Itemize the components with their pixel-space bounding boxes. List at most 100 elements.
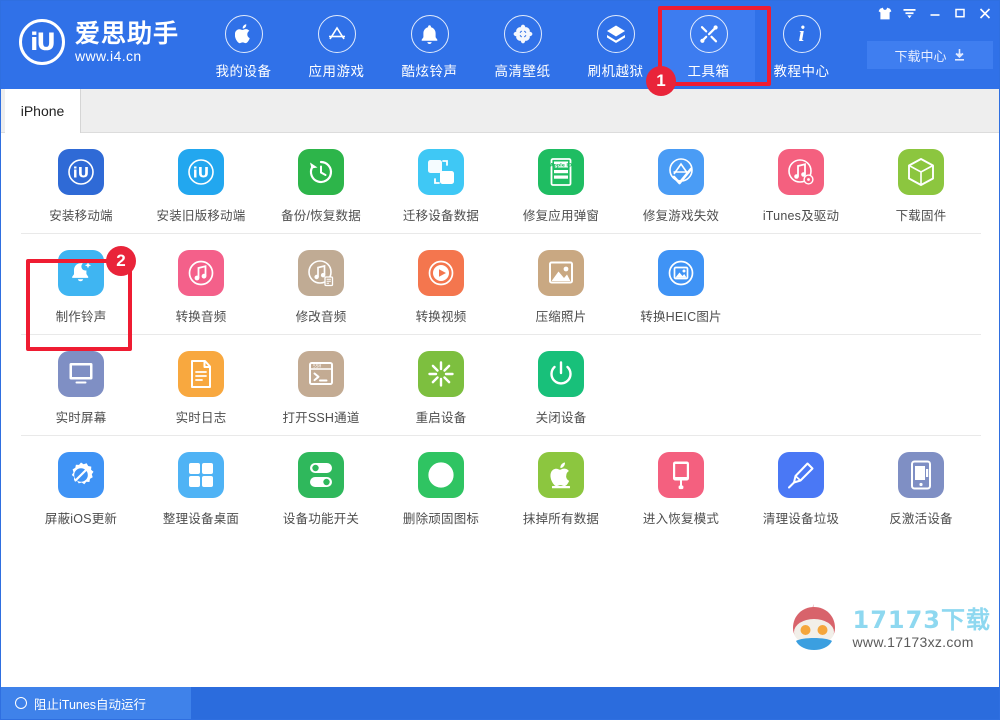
tool-deactivate-device[interactable]: 反激活设备 [861,436,981,536]
tool-feature-toggle[interactable]: 设备功能开关 [261,436,381,536]
tool-label: 修复游戏失效 [642,209,720,223]
tool-label: 转换HEIC图片 [640,310,722,324]
nav-item-wallpapers[interactable]: 高清壁纸 [476,7,569,85]
status-bar: 阻止iTunes自动运行 [1,687,999,719]
nav-item-toolbox[interactable]: 工具箱 [662,7,755,85]
tool-erase-all-data[interactable]: 抹掉所有数据 [501,436,621,536]
nav-item-tutorials[interactable]: i 教程中心 [755,7,848,85]
site-watermark: 17173下载 www.17173xz.com [783,601,992,657]
clean-junk-icon [778,452,824,498]
tool-fix-app-popup[interactable]: Apple ID 修复应用弹窗 [501,133,621,233]
tool-label: 删除顽固图标 [402,512,480,526]
svg-text:iU: iU [193,166,209,182]
feature-toggle-icon [298,452,344,498]
svg-text:SSH: SSH [313,364,322,370]
tool-install-mobile[interactable]: iU 安装移动端 [21,133,141,233]
i4-logo-icon: iU [19,19,65,65]
maximize-icon[interactable] [947,3,972,23]
tool-migrate-data[interactable]: 迁移设备数据 [381,133,501,233]
tool-download-firmware[interactable]: 下载固件 [861,133,981,233]
nav-item-apps-games[interactable]: 应用游戏 [290,7,383,85]
tool-shutdown-device[interactable]: 关闭设备 [501,335,621,435]
tool-label: 转换音频 [175,310,227,324]
tool-label: 修复应用弹窗 [522,209,600,223]
tool-clean-junk[interactable]: 清理设备垃圾 [741,436,861,536]
realtime-log-icon [178,351,224,397]
radio-icon [15,697,27,709]
tool-convert-audio[interactable]: 转换音频 [141,234,261,334]
tool-organize-desktop[interactable]: 整理设备桌面 [141,436,261,536]
tool-make-ringtone[interactable]: 制作铃声 [21,234,141,334]
minimize-icon[interactable] [922,3,947,23]
menu-icon[interactable] [897,3,922,23]
block-itunes-toggle[interactable]: 阻止iTunes自动运行 [1,687,191,719]
remove-stubborn-icon [418,452,464,498]
tool-edit-audio[interactable]: 修改音频 [261,234,381,334]
bell-icon [410,15,449,53]
tool-label: 备份/恢复数据 [281,209,361,223]
tool-block-ios-update[interactable]: 屏蔽iOS更新 [21,436,141,536]
i4-install-old-icon: iU [178,149,224,195]
close-icon[interactable] [972,3,997,23]
toolbox-content: iU 安装移动端 iU 安装旧版移动端 备份/恢复数据 迁移设备数据 Apple… [1,133,999,689]
tool-realtime-screen[interactable]: 实时屏幕 [21,335,141,435]
tool-label: 迁移设备数据 [402,209,480,223]
brand-url: www.i4.cn [75,47,142,64]
recovery-mode-icon [658,452,704,498]
game-fix-icon [658,149,704,195]
watermark-title: 17173下载 [852,606,991,634]
convert-audio-icon [178,250,224,296]
edit-audio-icon [298,250,344,296]
tool-label: 屏蔽iOS更新 [44,512,118,526]
convert-heic-icon [658,250,704,296]
nav-item-ringtones[interactable]: 酷炫铃声 [383,7,476,85]
tool-label: 实时屏幕 [55,411,107,425]
tool-label: 设备功能开关 [282,512,360,526]
tool-backup-restore[interactable]: 备份/恢复数据 [261,133,381,233]
apple-icon [224,15,263,53]
device-tabstrip: iPhone [1,89,999,133]
window-controls [872,3,997,23]
tool-label: 安装旧版移动端 [156,209,246,223]
tab-iphone[interactable]: iPhone [5,89,81,133]
tool-realtime-log[interactable]: 实时日志 [141,335,261,435]
download-center-button[interactable]: 下载中心 [867,41,993,69]
tool-compress-photo[interactable]: 压缩照片 [501,234,621,334]
brand-logo[interactable]: iU 爱思助手 www.i4.cn [19,19,179,65]
appleid-popup-fix-icon: Apple ID [538,149,584,195]
itunes-driver-icon [778,149,824,195]
tool-label: 转换视频 [415,310,467,324]
flash-jailbreak-icon [596,15,635,53]
nav-label: 高清壁纸 [494,64,551,79]
skin-icon[interactable] [872,3,897,23]
tool-open-ssh[interactable]: SSH 打开SSH通道 [261,335,381,435]
brand-text: 爱思助手 www.i4.cn [75,18,180,65]
tool-label: 打开SSH通道 [282,411,360,425]
nav-label: 我的设备 [215,64,272,79]
tool-convert-heic[interactable]: 转换HEIC图片 [621,234,741,334]
tool-fix-game[interactable]: 修复游戏失效 [621,133,741,233]
tool-label: 反激活设备 [889,512,953,526]
tool-reboot-device[interactable]: 重启设备 [381,335,501,435]
watermark-mascot-icon [792,604,835,650]
firmware-download-icon [898,149,944,195]
tool-row-3: 实时屏幕 实时日志 SSH 打开SSH通道 重启设备 关闭设备 [1,335,999,435]
download-icon [954,49,964,61]
deactivate-device-icon [898,452,944,498]
nav-item-my-device[interactable]: 我的设备 [197,7,290,85]
compress-photo-icon [538,250,584,296]
tool-recovery-mode[interactable]: 进入恢复模式 [621,436,741,536]
tool-itunes-driver[interactable]: iTunes及驱动 [741,133,861,233]
tool-label: 抹掉所有数据 [522,512,600,526]
tool-install-old-mobile[interactable]: iU 安装旧版移动端 [141,133,261,233]
tool-convert-video[interactable]: 转换视频 [381,234,501,334]
nav-item-flash-jailbreak[interactable]: 刷机越狱 [569,7,662,85]
brand-title: 爱思助手 [75,18,180,48]
svg-text:iU: iU [73,166,89,182]
svg-text:Apple ID: Apple ID [550,162,572,168]
backup-restore-icon [298,149,344,195]
tool-label: 下载固件 [895,209,947,223]
nav-label: 教程中心 [773,64,830,79]
tool-remove-stubborn-icons[interactable]: 删除顽固图标 [381,436,501,536]
i4-install-icon: iU [58,149,104,195]
